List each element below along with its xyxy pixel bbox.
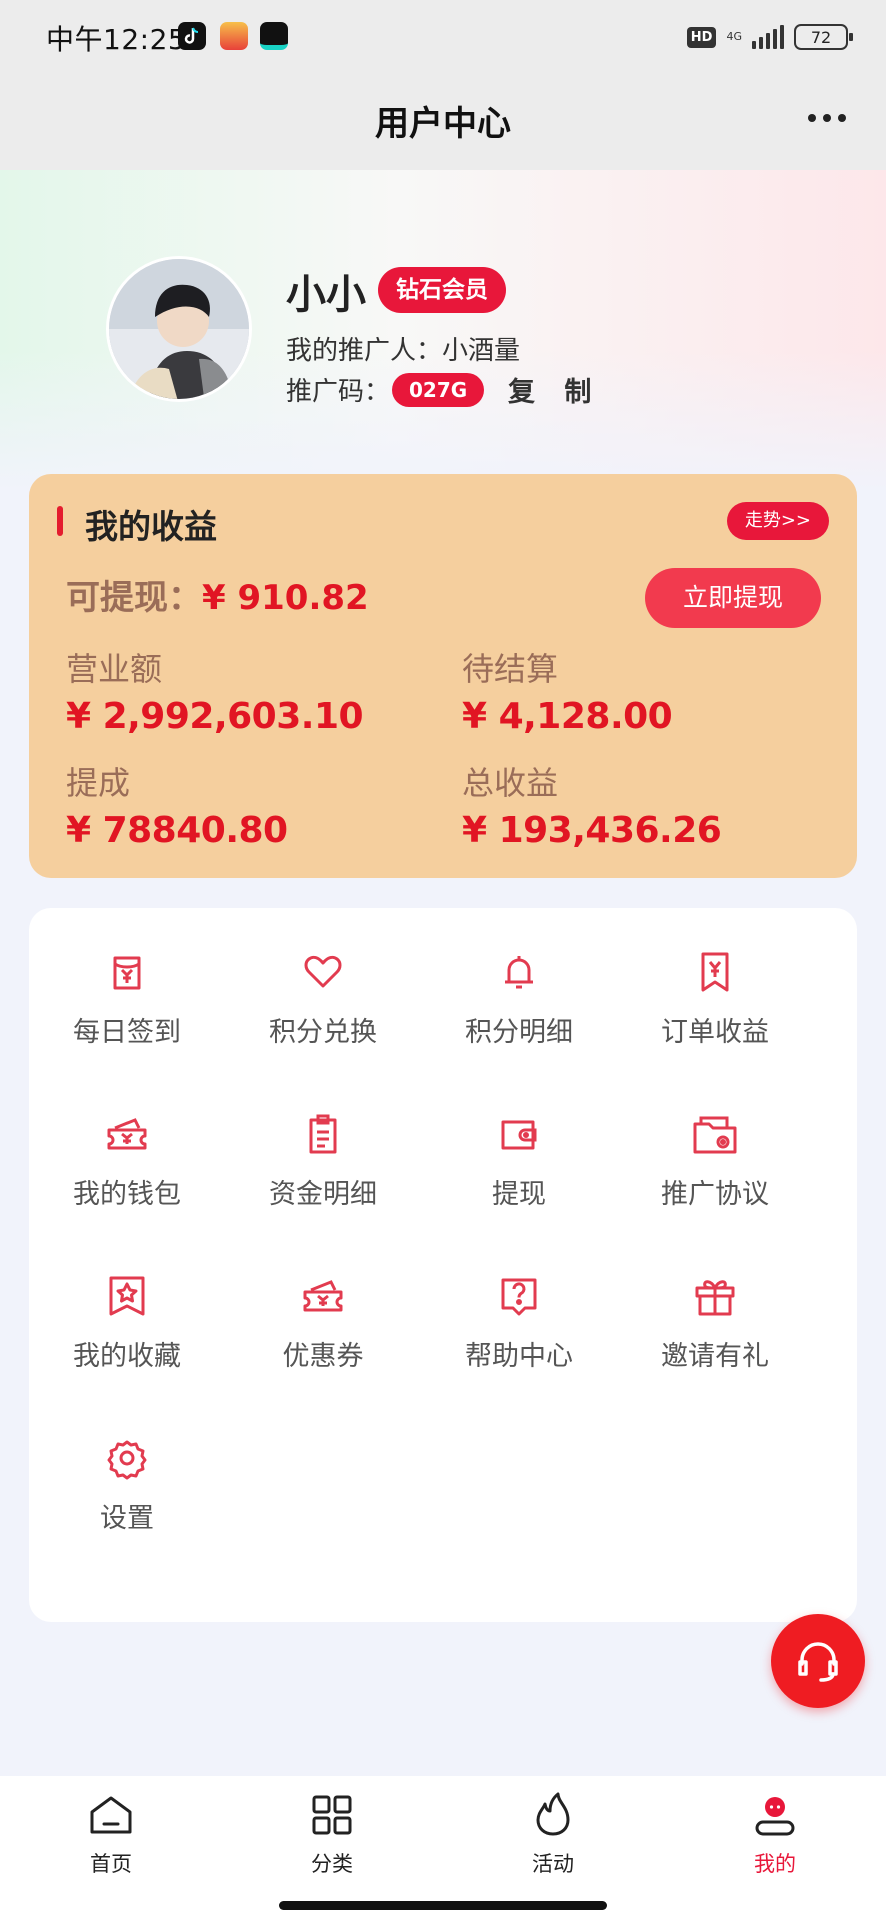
trend-button[interactable]: 走势>>: [726, 502, 829, 540]
bottom-tab-bar: 首页 分类 活动 我的: [0, 1776, 886, 1920]
more-icon[interactable]: [808, 114, 846, 122]
member-badge: 钻石会员: [378, 267, 506, 313]
stat-value: ¥ 2,992,603.10: [66, 696, 364, 737]
grid-icon: [312, 1795, 352, 1835]
star-bookmark-icon: [103, 1272, 151, 1320]
menu-label: 提现: [492, 1179, 546, 1210]
game-app-icon: [220, 22, 248, 50]
menu-label: 优惠券: [282, 1341, 364, 1372]
menu-label: 我的钱包: [73, 1179, 181, 1210]
menu-label: 积分明细: [465, 1017, 573, 1048]
help-icon: [495, 1272, 543, 1320]
menu-item-settings[interactable]: 设置: [29, 1394, 225, 1534]
chat-app-icon: [260, 22, 288, 50]
nav-bar: 用户中心: [0, 76, 886, 170]
menu-item-points-exchange[interactable]: 积分兑换: [225, 908, 421, 1048]
promo-code: 027G: [392, 373, 485, 407]
status-bar: 中午12:25 HD 4G 72: [0, 0, 886, 76]
bell-icon: [495, 948, 543, 996]
user-icon: [755, 1797, 795, 1836]
menu-label: 邀请有礼: [661, 1341, 769, 1372]
tab-label: 首页: [90, 1852, 132, 1876]
signal-icon: [752, 25, 784, 49]
page-title: 用户中心: [375, 104, 511, 144]
headset-icon: [798, 1642, 838, 1682]
stat-label: 营业额: [66, 650, 163, 688]
withdraw-button[interactable]: 立即提现: [645, 568, 821, 628]
menu-item-withdraw[interactable]: 提现: [421, 1070, 617, 1210]
tiktok-app-icon: [178, 22, 206, 50]
folder-icon: [691, 1110, 739, 1158]
stat-label: 待结算: [462, 650, 559, 688]
copy-button[interactable]: 复 制: [508, 370, 601, 409]
yen-bookmark-icon: [691, 948, 739, 996]
hd-icon: HD: [686, 26, 717, 48]
tab-activity[interactable]: 活动: [473, 1776, 633, 1886]
referrer-row: 我的推广人：小酒量: [286, 330, 520, 367]
menu-item-points-detail[interactable]: 积分明细: [421, 908, 617, 1048]
referrer-name: 小酒量: [442, 336, 521, 366]
stat-total-earnings: 总收益 ¥ 193,436.26: [462, 758, 722, 851]
tab-home[interactable]: 首页: [31, 1776, 191, 1886]
title-accent-bar: [57, 506, 63, 536]
network-label: 4G: [726, 30, 742, 43]
battery-level: 72: [810, 27, 832, 47]
promo-code-label: 推广码：: [286, 377, 391, 407]
menu-grid: 每日签到 积分兑换 积分明细 订单收益 我的钱包 资金明细 提现 推广协议 我的…: [29, 908, 857, 1622]
stat-value: ¥ 193,436.26: [462, 810, 722, 851]
clipboard-icon: [299, 1110, 347, 1158]
menu-item-wallet[interactable]: 我的钱包: [29, 1070, 225, 1210]
stat-value: ¥ 78840.80: [66, 810, 288, 851]
available-label: 可提现：: [66, 578, 202, 618]
menu-label: 积分兑换: [269, 1017, 377, 1048]
menu-item-fund-detail[interactable]: 资金明细: [225, 1070, 421, 1210]
menu-item-order-earnings[interactable]: 订单收益: [617, 908, 813, 1048]
gear-icon: [103, 1434, 151, 1482]
user-name: 小小: [286, 272, 366, 318]
menu-item-checkin[interactable]: 每日签到: [29, 908, 225, 1048]
home-icon: [90, 1796, 132, 1834]
menu-item-promo-agreement[interactable]: 推广协议: [617, 1070, 813, 1210]
menu-item-help-center[interactable]: 帮助中心: [421, 1232, 617, 1372]
flame-icon: [536, 1792, 570, 1836]
stat-label: 提成: [66, 764, 131, 802]
menu-label: 设置: [100, 1503, 154, 1534]
home-indicator: [279, 1901, 607, 1910]
heart-icon: [299, 948, 347, 996]
gift-icon: [691, 1272, 739, 1320]
referrer-label: 我的推广人：: [286, 336, 443, 366]
stat-revenue: 营业额 ¥ 2,992,603.10: [66, 644, 364, 737]
wallet-icon: [495, 1110, 543, 1158]
stat-commission: 提成 ¥ 78840.80: [66, 758, 288, 851]
coupon-icon: [299, 1272, 347, 1320]
earnings-title: 我的收益: [85, 507, 217, 546]
customer-service-button[interactable]: [771, 1614, 865, 1708]
tab-category[interactable]: 分类: [252, 1776, 412, 1886]
menu-item-favorites[interactable]: 我的收藏: [29, 1232, 225, 1372]
stat-pending: 待结算 ¥ 4,128.00: [462, 644, 673, 737]
tab-label: 我的: [754, 1852, 796, 1876]
available-value: ¥ 910.82: [202, 578, 369, 618]
stat-label: 总收益: [462, 764, 559, 802]
earnings-card: 我的收益 走势>> 可提现：¥ 910.82 立即提现 营业额 ¥ 2,992,…: [29, 474, 857, 878]
tab-mine[interactable]: 我的: [695, 1776, 855, 1886]
menu-item-invite[interactable]: 邀请有礼: [617, 1232, 813, 1372]
tab-label: 分类: [311, 1852, 353, 1876]
menu-item-coupons[interactable]: 优惠券: [225, 1232, 421, 1372]
menu-label: 资金明细: [269, 1179, 377, 1210]
yen-ticket-icon: [103, 1110, 151, 1158]
menu-label: 帮助中心: [465, 1341, 573, 1372]
menu-label: 推广协议: [661, 1179, 769, 1210]
tab-label: 活动: [532, 1852, 574, 1876]
menu-label: 订单收益: [661, 1017, 769, 1048]
status-time: 中午12:25: [46, 23, 187, 56]
menu-label: 我的收藏: [73, 1341, 181, 1372]
stat-value: ¥ 4,128.00: [462, 696, 673, 737]
avatar[interactable]: [106, 256, 252, 402]
menu-label: 每日签到: [73, 1017, 181, 1048]
checkin-icon: [103, 948, 151, 996]
available-balance: 可提现：¥ 910.82: [66, 570, 369, 619]
battery-icon: 72: [794, 24, 853, 50]
